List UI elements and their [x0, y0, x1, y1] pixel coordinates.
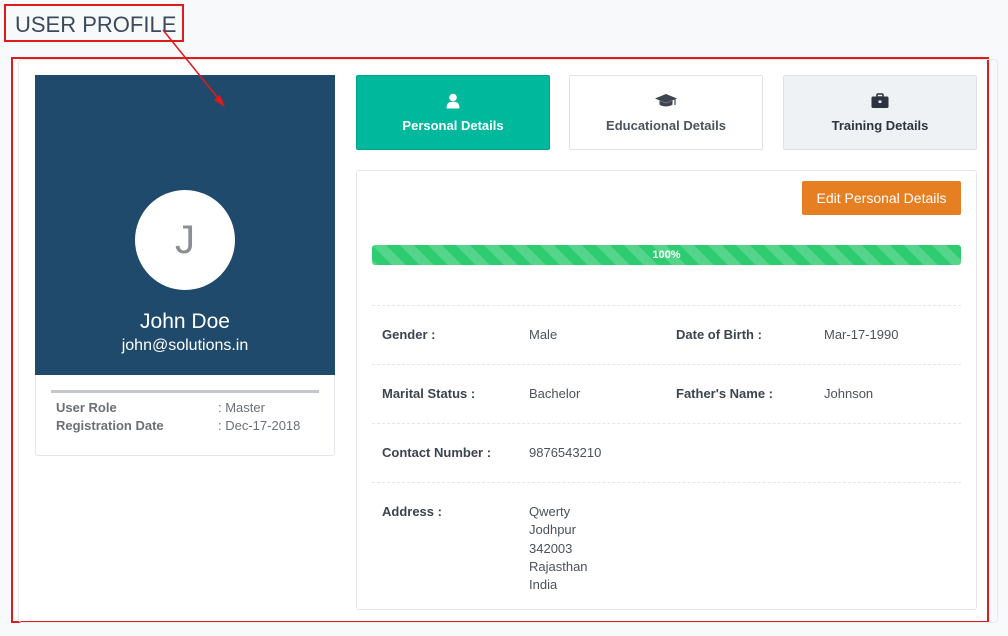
gender-label: Gender : — [382, 327, 436, 342]
page-title-annotation: USER PROFILE — [4, 4, 184, 42]
profile-name: John Doe — [140, 310, 230, 333]
address-value: Qwerty Jodhpur 342003 Rajasthan India — [529, 503, 588, 594]
meta-value: : Master — [218, 400, 265, 415]
address-line: India — [529, 577, 558, 593]
user-icon — [357, 93, 549, 113]
address-line: Jodhpur — [529, 522, 576, 538]
tab-label: Personal Details — [402, 118, 504, 133]
divider — [372, 305, 961, 306]
meta-key: Registration Date — [56, 418, 164, 433]
briefcase-icon — [784, 93, 976, 113]
tab-training-details[interactable]: Training Details — [783, 75, 977, 150]
profile-progress-bar: 100% — [372, 245, 961, 265]
address-label: Address : — [382, 504, 442, 519]
divider — [372, 423, 961, 424]
tab-label: Educational Details — [606, 118, 726, 133]
divider — [372, 482, 961, 483]
meta-value: : Dec-17-2018 — [218, 418, 301, 433]
divider — [372, 364, 961, 365]
progress-fill: 100% — [372, 245, 961, 265]
dob-label: Date of Birth : — [676, 327, 762, 342]
meta-key: User Role — [56, 400, 117, 415]
tab-personal-details[interactable]: Personal Details — [356, 75, 550, 150]
profile-email: john@solutions.in — [121, 337, 249, 354]
marital-status-value: Bachelor — [529, 386, 581, 401]
contact-number-label: Contact Number : — [382, 445, 492, 460]
graduation-cap-icon — [570, 93, 762, 113]
address-line: 342003 — [529, 540, 573, 556]
tab-label: Training Details — [831, 118, 929, 133]
address-line: Qwerty — [529, 504, 571, 519]
address-line: Rajasthan — [529, 558, 588, 574]
fathers-name-label: Father's Name : — [676, 386, 774, 401]
contact-number-value: 9876543210 — [529, 445, 602, 460]
fathers-name-value: Johnson — [824, 386, 874, 401]
dob-value: Mar-17-1990 — [824, 327, 899, 342]
edit-personal-details-button[interactable]: Edit Personal Details — [802, 181, 961, 215]
tab-educational-details[interactable]: Educational Details — [569, 75, 763, 150]
gender-value: Male — [529, 327, 558, 342]
avatar: J — [135, 190, 235, 290]
marital-status-label: Marital Status : — [382, 386, 476, 401]
divider — [51, 390, 319, 393]
